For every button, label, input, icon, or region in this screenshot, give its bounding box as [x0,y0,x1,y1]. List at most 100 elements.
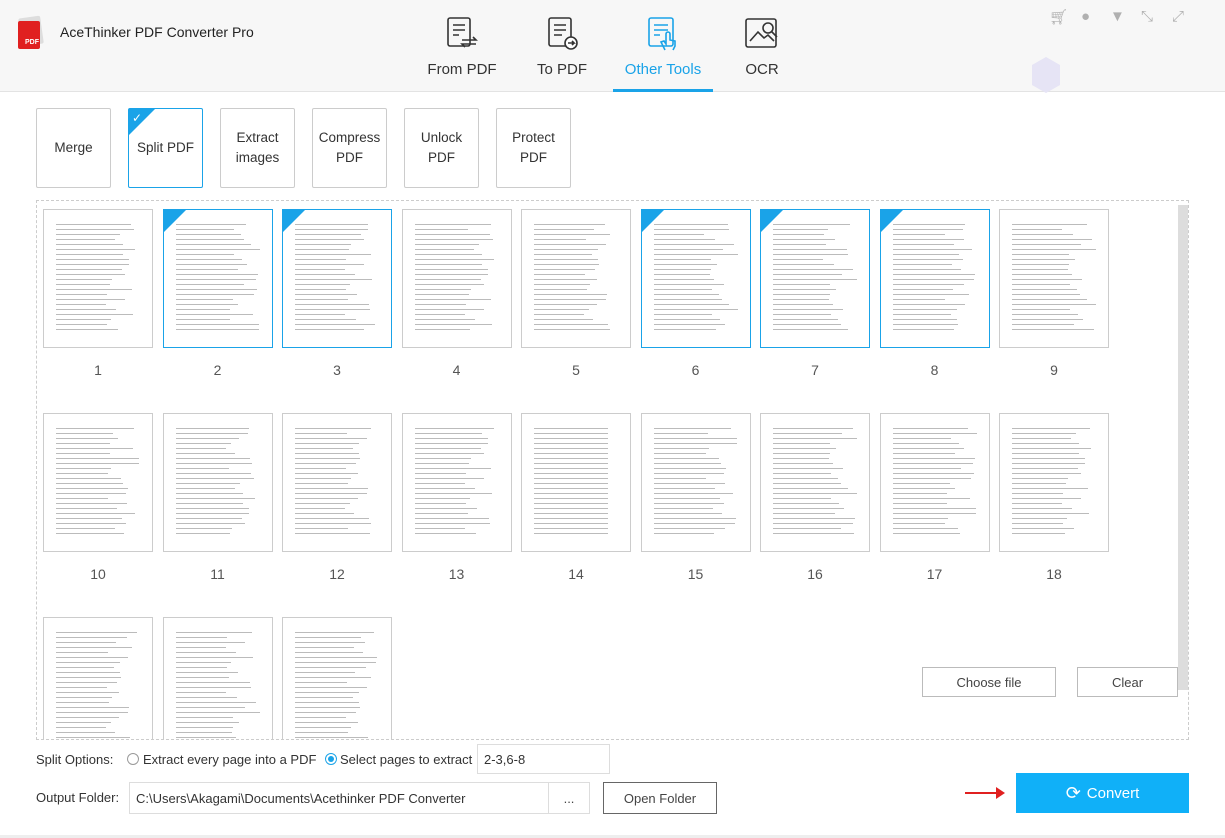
text-line [414,309,484,310]
select-pages-radio[interactable] [325,753,337,765]
text-line [56,672,120,673]
page-thumbnails-area[interactable]: 123456789101112131415161718192021 [36,200,1189,740]
page-number: 10 [90,566,106,582]
text-line [414,274,488,275]
text-line [1012,294,1080,295]
text-line [56,692,119,693]
tool-split-pdf[interactable]: ✓ Split PDF [128,108,203,188]
text-line [175,483,240,484]
text-line [534,239,586,240]
text-line [175,294,254,295]
page-thumbnail[interactable] [999,209,1109,348]
text-line [295,284,350,285]
convert-button[interactable]: ⟳ Convert [1016,773,1189,813]
text-line [295,518,369,519]
page-thumbnail[interactable] [879,413,990,552]
tool-unlock-pdf[interactable]: Unlock PDF [404,108,479,188]
text-line [175,647,226,648]
tool-label: Compress PDF [318,130,381,165]
page-thumbnail[interactable] [879,209,990,348]
page-thumbnail[interactable] [999,413,1109,552]
page-thumbnail[interactable] [401,413,512,552]
page-thumbnail[interactable] [640,209,751,348]
text-line [295,702,359,703]
page-thumbnail[interactable] [162,413,273,552]
text-line [56,647,132,648]
text-line [414,289,471,290]
text-line [56,239,115,240]
text-line [295,319,356,320]
tool-label: Extract images [235,130,280,165]
text-line [295,503,350,504]
text-line [56,483,123,484]
page-thumbnail[interactable] [162,617,273,739]
tool-extract-images[interactable]: Extract images [220,108,295,188]
text-line [1012,274,1072,275]
page-thumbnail[interactable] [640,413,751,552]
text-line [175,513,249,514]
page-thumbnail[interactable] [162,209,273,348]
page-thumbnail[interactable] [282,209,392,348]
tool-merge[interactable]: Merge [36,108,111,188]
text-line [295,254,371,255]
cart-icon[interactable]: 🛒︎ [1049,8,1068,26]
page-thumbnail[interactable] [401,209,512,348]
text-line [653,229,729,230]
text-line [534,533,608,534]
menu-icon[interactable]: ▼ [1110,8,1125,25]
tool-compress-pdf[interactable]: Compress PDF [312,108,387,188]
tab-to-pdf[interactable]: To PDF [512,0,612,92]
text-line [414,259,494,260]
page-thumbnail[interactable] [43,413,153,552]
text-line [773,224,850,225]
page-thumbnail[interactable] [521,209,631,348]
browse-button[interactable]: ... [548,782,590,814]
select-pages-label[interactable]: Select pages to extract [340,752,472,767]
text-line [653,428,731,429]
text-line [773,508,844,509]
page-thumbnail[interactable] [282,617,392,739]
text-line [653,453,706,454]
text-line [414,433,482,434]
text-line [773,458,829,459]
user-icon[interactable]: ● [1081,8,1090,25]
text-line [534,443,608,444]
page-thumbnail[interactable] [521,413,631,552]
text-line [295,458,360,459]
pages-to-extract-input[interactable]: 2-3,6-8 [477,744,610,774]
text-line [295,289,346,290]
page-thumbnail[interactable] [43,209,153,348]
clear-button[interactable]: Clear [1077,667,1178,697]
minimize-icon[interactable]: ⤡ [1141,8,1153,25]
text-line [653,433,708,434]
page-thumbnail[interactable] [43,617,153,739]
text-line [773,503,839,504]
page-thumbnail[interactable] [760,209,870,348]
choose-file-button[interactable]: Choose file [922,667,1056,697]
header: PDF AceThinker PDF Converter Pro From PD… [0,0,1225,93]
text-line [534,324,608,325]
tab-from-pdf[interactable]: From PDF [412,0,512,92]
output-folder-input[interactable]: C:\Users\Akagami\Documents\Acethinker PD… [129,782,548,814]
tool-protect-pdf[interactable]: Protect PDF [496,108,571,188]
tab-other-tools[interactable]: Other Tools [613,0,713,92]
page-thumbnail[interactable] [282,413,392,552]
text-line [773,249,847,250]
text-line [892,478,971,479]
tab-ocr[interactable]: OCR [712,0,812,92]
text-line [175,523,245,524]
open-folder-button[interactable]: Open Folder [603,782,717,814]
page-thumbnail[interactable] [760,413,870,552]
refresh-icon: ⟳ [1065,782,1081,803]
page-number: 13 [448,566,465,582]
scrollbar[interactable] [1178,205,1188,690]
extract-every-page-label[interactable]: Extract every page into a PDF [143,752,316,767]
text-line [892,319,957,320]
text-line [773,289,836,290]
text-line [534,528,608,529]
extract-every-page-radio[interactable] [127,753,139,765]
text-line [773,493,857,494]
text-line [653,314,712,315]
text-line [56,428,134,429]
maximize-icon[interactable]: ⤢ [1172,8,1184,25]
